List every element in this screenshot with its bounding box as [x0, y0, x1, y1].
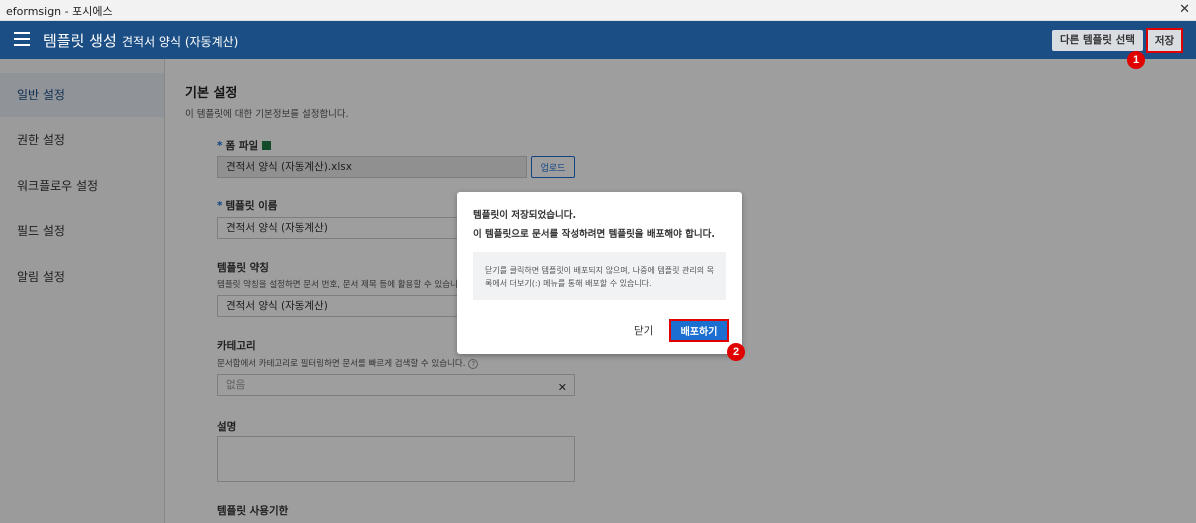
select-other-template-button[interactable]: 다른 템플릿 선택 [1052, 30, 1143, 51]
step-marker-1: 1 [1127, 51, 1145, 69]
app-header: 템플릿 생성 견적서 양식 (자동계산) 다른 템플릿 선택 저장 [0, 21, 1196, 59]
dialog-message-deploy-required: 이 템플릿으로 문서를 작성하려면 템플릿을 배포해야 합니다. [473, 229, 715, 240]
deploy-prompt-dialog: 템플릿이 저장되었습니다. 이 템플릿으로 문서를 작성하려면 템플릿을 배포해… [457, 192, 742, 354]
window-titlebar: eformsign - 포시에스 ✕ [0, 0, 1196, 21]
dialog-note: 닫기를 클릭하면 템플릿이 배포되지 않으며, 나중에 템플릿 관리의 목록에서… [473, 252, 726, 300]
dialog-message-saved: 템플릿이 저장되었습니다. [473, 210, 577, 221]
window-title: eformsign - 포시에스 [6, 5, 113, 18]
close-button[interactable]: 닫기 [634, 323, 653, 338]
template-name-subtitle: 견적서 양식 (자동계산) [122, 35, 239, 49]
save-button[interactable]: 저장 [1146, 28, 1183, 53]
step-marker-2: 2 [727, 343, 745, 361]
deploy-button[interactable]: 배포하기 [669, 319, 729, 342]
page-title: 템플릿 생성 [43, 32, 117, 50]
hamburger-menu-icon[interactable] [14, 32, 30, 46]
window-close-icon[interactable]: ✕ [1179, 2, 1190, 17]
